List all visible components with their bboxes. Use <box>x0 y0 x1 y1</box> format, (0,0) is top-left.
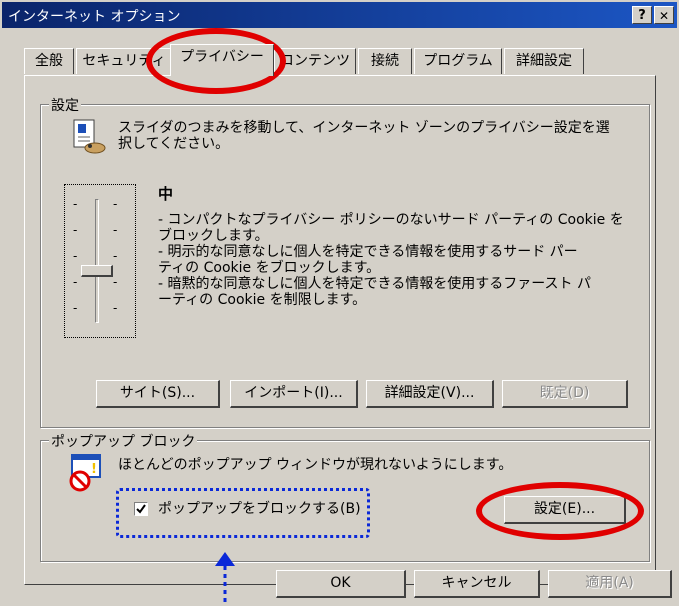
svg-text:!: ! <box>91 462 97 477</box>
slider-tick: - <box>113 301 118 315</box>
settings-group-label: 設定 <box>49 95 81 115</box>
tab-connections[interactable]: 接続 <box>358 48 412 74</box>
privacy-description-line: - 暗黙的な同意なしに個人を特定できる情報を使用するファースト パ <box>158 276 591 292</box>
settings-button-highlight <box>476 482 644 540</box>
slider-tick: - <box>113 249 118 263</box>
privacy-description-line: - 明示的な同意なしに個人を特定できる情報を使用するサード パー <box>158 244 578 260</box>
help-button[interactable]: ? <box>632 6 652 24</box>
privacy-description-line: ーティの Cookie を制限します。 <box>158 292 367 308</box>
tab-programs[interactable]: プログラム <box>414 48 502 74</box>
slider-tick: - <box>113 275 118 289</box>
apply-button[interactable]: 適用(A) <box>548 570 672 598</box>
instruction-text-line1: スライダのつまみを移動して、インターネット ゾーンのプライバシー設定を選 <box>118 120 610 136</box>
advanced-settings-button[interactable]: 詳細設定(V)... <box>366 380 494 408</box>
slider-thumb[interactable] <box>81 265 113 277</box>
pointer-arrow <box>210 550 240 606</box>
privacy-description-line: ブロックします。 <box>158 228 269 244</box>
sites-button[interactable]: サイト(S)... <box>96 380 220 408</box>
slider-tick: - <box>113 223 118 237</box>
import-button[interactable]: インポート(I)... <box>230 380 358 408</box>
privacy-icon <box>68 117 108 157</box>
default-button[interactable]: 既定(D) <box>502 380 628 408</box>
slider-tick: - <box>73 249 78 263</box>
close-button[interactable]: ✕ <box>654 6 674 24</box>
slider-tick: - <box>73 223 78 237</box>
slider-tick: - <box>73 197 78 211</box>
privacy-description-line: ティの Cookie をブロックします。 <box>158 260 381 276</box>
popup-blocker-description: ほとんどのポップアップ ウィンドウが現れないようにします。 <box>118 457 513 473</box>
privacy-level-label: 中 <box>158 185 174 203</box>
slider-track <box>95 199 99 323</box>
privacy-description-line: - コンパクトなプライバシー ポリシーのないサード パーティの Cookie を <box>158 212 624 228</box>
cancel-button[interactable]: キャンセル <box>414 570 540 598</box>
ok-button[interactable]: OK <box>276 570 406 598</box>
slider-tick: - <box>73 275 78 289</box>
slider-tick: - <box>113 197 118 211</box>
privacy-slider[interactable]: - - - - - - - - - - <box>64 184 136 338</box>
popup-blocker-icon: ! <box>66 453 106 493</box>
checkbox-highlight <box>116 488 370 538</box>
tab-advanced[interactable]: 詳細設定 <box>504 48 584 74</box>
internet-options-dialog: インターネット オプション ? ✕ 全般 セキュリティ プライバシー コンテンツ… <box>0 0 679 606</box>
popup-blocker-group-label: ポップアップ ブロック <box>49 431 198 451</box>
instruction-text-line2: 択してください。 <box>118 136 230 152</box>
tab-general[interactable]: 全般 <box>24 48 74 74</box>
tab-privacy[interactable]: プライバシー <box>170 44 274 76</box>
title-bar[interactable]: インターネット オプション ? ✕ <box>2 2 677 28</box>
window-title: インターネット オプション <box>8 9 181 25</box>
slider-tick: - <box>73 301 78 315</box>
tab-content[interactable]: コンテンツ <box>274 48 356 74</box>
